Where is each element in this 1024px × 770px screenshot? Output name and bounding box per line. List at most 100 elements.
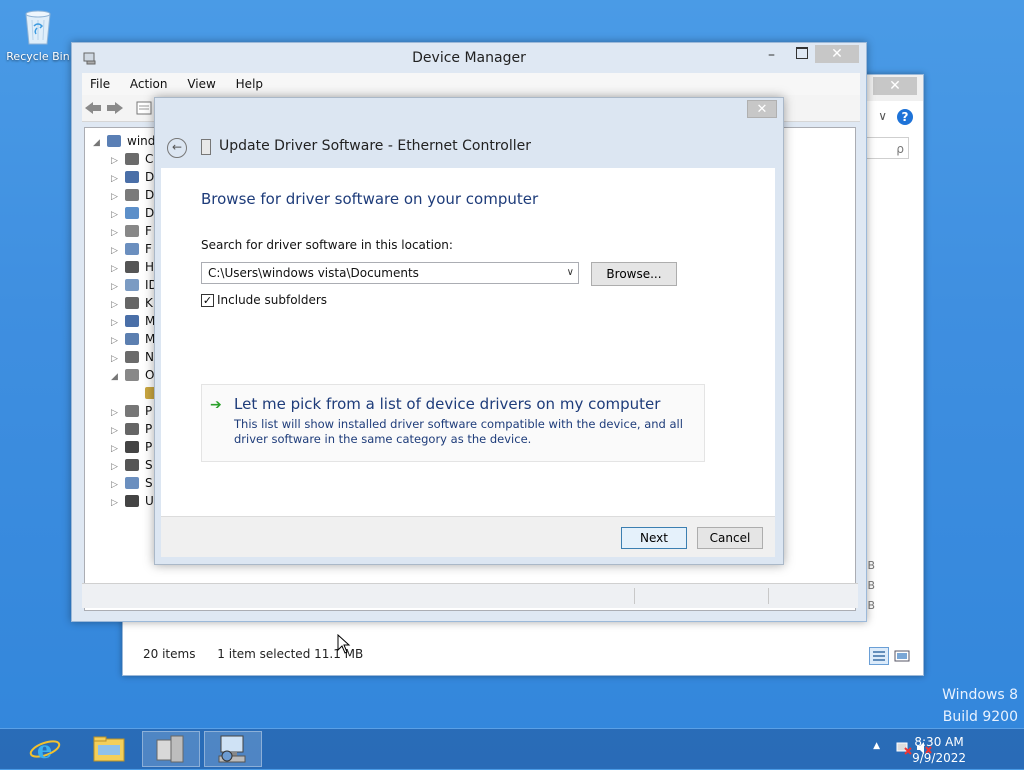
green-arrow-icon: ➔ <box>210 397 222 413</box>
recycle-bin[interactable]: Recycle Bin <box>4 6 72 63</box>
thumbnail-view-icon[interactable] <box>893 647 911 665</box>
tree-item-label: D <box>145 188 155 202</box>
chevron-down-icon[interactable]: ∨ <box>567 263 574 283</box>
watermark-os: Windows 8 <box>942 687 1018 703</box>
explorer-search-input[interactable]: ρ <box>863 137 909 159</box>
tree-item-label: K <box>145 296 153 310</box>
minimize-button[interactable]: – <box>768 47 775 63</box>
help-icon[interactable]: ? <box>897 109 913 125</box>
tree-item[interactable]: ▷ P <box>111 402 152 420</box>
device-category-icon <box>125 423 139 435</box>
tree-item[interactable]: ▷ M <box>111 330 155 348</box>
menu-view[interactable]: View <box>179 73 223 95</box>
dialog-content: Browse for driver software on your compu… <box>161 168 775 516</box>
device-category-icon <box>125 207 139 219</box>
close-button[interactable]: ✕ <box>815 45 859 63</box>
menu-help[interactable]: Help <box>228 73 271 95</box>
tree-item-label: N <box>145 350 154 364</box>
expand-arrow-icon[interactable]: ◢ <box>111 368 125 386</box>
driver-path-combobox[interactable]: C:\Users\windows vista\Documents ∨ <box>201 262 579 284</box>
tree-item[interactable]: ▷ S <box>111 456 153 474</box>
chevron-down-icon[interactable]: ∨ <box>878 109 887 123</box>
tree-item[interactable]: ▷ ID <box>111 276 158 294</box>
tree-item-label: wind <box>127 134 156 148</box>
tree-item[interactable]: ▷ F <box>111 240 152 258</box>
taskbar-control-panel[interactable] <box>142 731 200 767</box>
tree-item[interactable]: ◢ O <box>111 366 154 384</box>
tree-item[interactable]: ▷ C <box>111 150 153 168</box>
cancel-button[interactable]: Cancel <box>697 527 763 549</box>
window-title: Device Manager <box>412 50 526 66</box>
taskbar-internet-explorer[interactable]: e <box>16 731 74 767</box>
tree-item-label: C <box>145 152 154 166</box>
tree-item[interactable]: ▷ D <box>111 186 154 204</box>
ie-glyph: e <box>37 735 52 764</box>
recycle-bin-label: Recycle Bin <box>6 50 70 63</box>
maximize-button[interactable] <box>796 47 808 59</box>
details-view-icon[interactable] <box>869 647 889 665</box>
watermark-build: Build 9200 <box>942 709 1018 725</box>
pick-from-list-option[interactable]: ➔ Let me pick from a list of device driv… <box>201 384 705 462</box>
clock-time: 8:30 AM <box>914 735 964 749</box>
tree-item[interactable]: ▷ D <box>111 204 154 222</box>
taskbar-file-explorer[interactable] <box>80 731 138 767</box>
tree-item-label: F <box>145 242 152 256</box>
tree-item[interactable]: ▷ S <box>111 474 153 492</box>
menu-bar: File Action View Help <box>82 73 860 95</box>
device-category-icon <box>125 405 139 417</box>
device-category-icon <box>125 351 139 363</box>
device-category-icon <box>125 189 139 201</box>
expand-arrow-icon[interactable]: ◢ <box>93 134 107 152</box>
menu-file[interactable]: File <box>82 73 118 95</box>
system-clock[interactable]: 8:30 AM 9/9/2022 <box>912 734 966 766</box>
pick-option-title: Let me pick from a list of device driver… <box>234 395 661 413</box>
device-category-icon <box>125 333 139 345</box>
update-driver-dialog[interactable]: ✕ ← Update Driver Software - Ethernet Co… <box>154 97 784 565</box>
pick-option-description: This list will show installed driver sof… <box>234 417 683 446</box>
ethernet-device-icon <box>201 139 211 155</box>
device-category-icon <box>125 225 139 237</box>
device-category-icon <box>125 153 139 165</box>
browse-button[interactable]: Browse... <box>591 262 677 286</box>
taskbar: e ▲ 8:30 AM 9/9/2022 <box>0 728 1024 769</box>
tree-item[interactable]: ▷ N <box>111 348 154 366</box>
next-button[interactable]: Next <box>621 527 687 549</box>
device-category-icon <box>125 315 139 327</box>
explorer-status-bar: 20 items 1 item selected 11.1 MB <box>143 647 363 661</box>
include-subfolders-checkbox[interactable]: ✓ <box>201 294 214 307</box>
forward-arrow-icon[interactable] <box>106 100 124 116</box>
tree-item[interactable]: ▷ K <box>111 294 153 312</box>
item-count: 20 items <box>143 647 196 661</box>
tree-root[interactable]: ◢ wind <box>93 132 155 150</box>
device-category-icon <box>107 135 121 147</box>
page-heading: Browse for driver software on your compu… <box>201 190 539 208</box>
device-category-icon <box>125 477 139 489</box>
search-location-label: Search for driver software in this locat… <box>201 238 453 252</box>
tree-item[interactable]: ▷ F <box>111 222 152 240</box>
tree-item[interactable]: ▷ P <box>111 420 152 438</box>
properties-icon[interactable] <box>136 100 152 116</box>
tree-item-label: H <box>145 260 155 274</box>
show-hidden-icons-button[interactable]: ▲ <box>873 741 880 751</box>
include-subfolders-label[interactable]: Include subfolders <box>217 293 327 307</box>
device-category-icon <box>125 261 139 273</box>
taskbar-device-manager[interactable] <box>204 731 262 767</box>
tree-item[interactable]: ▷ P <box>111 438 152 456</box>
tree-item[interactable]: ▷ H <box>111 258 154 276</box>
dialog-close-button[interactable]: ✕ <box>747 100 777 118</box>
tree-item[interactable]: ▷ U <box>111 492 154 510</box>
size-cell: B <box>867 579 875 592</box>
device-category-icon <box>125 279 139 291</box>
driver-path-value: C:\Users\windows vista\Documents <box>208 266 419 280</box>
expand-arrow-icon[interactable]: ▷ <box>111 494 125 512</box>
explorer-close-button[interactable]: ✕ <box>873 77 917 95</box>
back-arrow-icon[interactable] <box>84 100 102 116</box>
size-cell: B <box>867 599 875 612</box>
tree-item[interactable]: ▷ D <box>111 168 154 186</box>
back-button[interactable]: ← <box>167 138 187 158</box>
computer-management-icon <box>156 735 184 763</box>
dialog-title: Update Driver Software - Ethernet Contro… <box>219 138 531 154</box>
menu-action[interactable]: Action <box>122 73 176 95</box>
network-icon[interactable] <box>896 741 912 755</box>
tree-item[interactable]: ▷ M <box>111 312 155 330</box>
